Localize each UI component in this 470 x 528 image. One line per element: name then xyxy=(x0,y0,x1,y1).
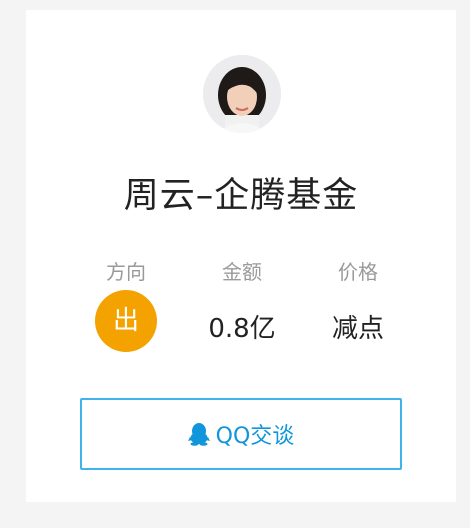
avatar-image xyxy=(203,55,281,133)
qq-chat-label: QQ交谈 xyxy=(215,424,295,449)
price-value: 减点 xyxy=(331,314,384,344)
qq-penguin-icon xyxy=(187,422,210,446)
amount-label: 金额 xyxy=(222,260,262,284)
qq-chat-button[interactable]: QQ交谈 xyxy=(80,398,402,470)
avatar xyxy=(203,55,281,133)
price-label: 价格 xyxy=(338,260,378,284)
stats-row: 方向 金额 价格 出 0.8亿 减点 xyxy=(26,256,456,366)
direction-label: 方向 xyxy=(106,260,146,284)
trader-name: 周云–企腾基金 xyxy=(123,176,359,216)
direction-badge: 出 xyxy=(95,290,157,352)
trader-card: 周云–企腾基金 方向 金额 价格 出 0.8亿 减点 QQ交谈 xyxy=(26,10,456,502)
amount-value: 0.8亿 xyxy=(208,314,276,344)
